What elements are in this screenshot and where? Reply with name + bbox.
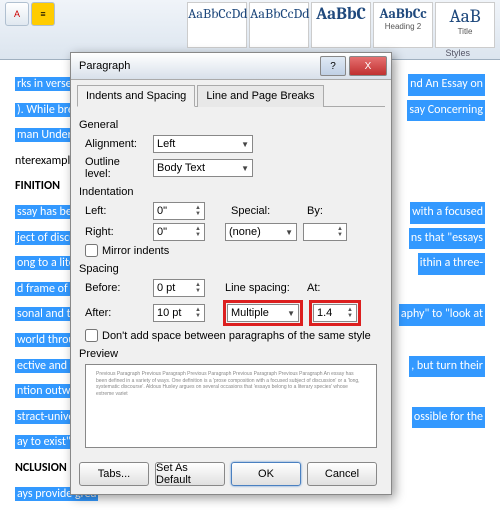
ok-button[interactable]: OK xyxy=(231,462,301,486)
style-item[interactable]: AaBTitle xyxy=(435,2,495,48)
style-item[interactable]: AaBbC xyxy=(311,2,371,48)
tab-line-page-breaks[interactable]: Line and Page Breaks xyxy=(197,85,323,107)
tabs-button[interactable]: Tabs... xyxy=(79,462,149,486)
alignment-select[interactable]: Left▼ xyxy=(153,135,253,153)
dialog-tabs: Indents and Spacing Line and Page Breaks xyxy=(77,84,385,107)
tab-indents-spacing[interactable]: Indents and Spacing xyxy=(77,85,195,107)
special-indent-select[interactable]: (none)▼ xyxy=(225,223,297,241)
spacing-label: Spacing xyxy=(79,263,377,275)
dialog-titlebar[interactable]: Paragraph ? X xyxy=(71,53,391,80)
outline-level-select[interactable]: Body Text▼ xyxy=(153,159,253,177)
dialog-title: Paragraph xyxy=(75,60,317,72)
preview-box: Previous Paragraph Previous Paragraph Pr… xyxy=(85,364,377,448)
highlight-icon[interactable]: ≡ xyxy=(31,2,55,26)
styles-group-label: Styles xyxy=(445,48,470,58)
paragraph-dialog: Paragraph ? X Indents and Spacing Line a… xyxy=(70,52,392,495)
general-label: General xyxy=(79,119,377,131)
mirror-indents-checkbox[interactable] xyxy=(85,244,98,257)
spacing-after-input[interactable]: 10 pt▲▼ xyxy=(153,304,205,322)
indent-left-input[interactable]: 0"▲▼ xyxy=(153,202,205,220)
close-button[interactable]: X xyxy=(349,56,387,76)
indent-by-input[interactable]: ▲▼ xyxy=(303,223,347,241)
set-default-button[interactable]: Set As Default xyxy=(155,462,225,486)
preview-label: Preview xyxy=(79,348,377,360)
ribbon: A≡ AaBbCcDd AaBbCcDd AaBbC AaBbCcHeading… xyxy=(0,0,500,60)
line-spacing-at-input[interactable]: 1.4▲▼ xyxy=(313,304,357,322)
style-item[interactable]: AaBbCcHeading 2 xyxy=(373,2,433,48)
help-button[interactable]: ? xyxy=(320,56,346,76)
spacing-before-input[interactable]: 0 pt▲▼ xyxy=(153,279,205,297)
font-color-icon[interactable]: A xyxy=(5,2,29,26)
style-item[interactable]: AaBbCcDd xyxy=(249,2,309,48)
cancel-button[interactable]: Cancel xyxy=(307,462,377,486)
line-spacing-select[interactable]: Multiple▼ xyxy=(227,304,299,322)
indentation-label: Indentation xyxy=(79,186,377,198)
indent-right-input[interactable]: 0"▲▼ xyxy=(153,223,205,241)
style-item[interactable]: AaBbCcDd xyxy=(187,2,247,48)
dont-add-space-checkbox[interactable] xyxy=(85,329,98,342)
